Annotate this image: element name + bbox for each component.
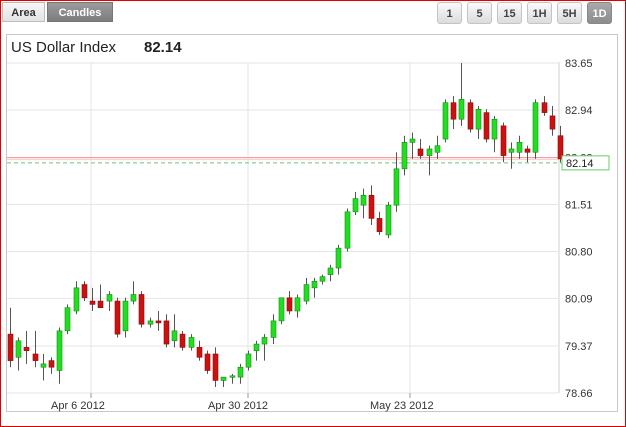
- candle-up: [434, 145, 441, 153]
- candle-down: [23, 347, 30, 351]
- candle-up: [442, 102, 449, 140]
- candle-up: [385, 204, 392, 236]
- candle-up: [303, 284, 310, 302]
- candle-up: [393, 168, 400, 206]
- candle-down: [417, 148, 424, 156]
- candle-up: [64, 307, 71, 332]
- x-tick-label: May 23 2012: [370, 400, 434, 412]
- y-tick-label: 79.37: [565, 341, 593, 353]
- y-tick-label: 81.51: [565, 200, 593, 212]
- candle-down: [500, 125, 507, 156]
- candle-up: [278, 297, 285, 322]
- candle-up: [245, 353, 252, 368]
- candle-up: [15, 340, 22, 358]
- candle-down: [89, 300, 96, 305]
- candle-down: [376, 218, 383, 232]
- candle-down: [81, 284, 88, 299]
- candle-up: [532, 102, 539, 153]
- candle-up: [106, 294, 113, 302]
- candle-down: [155, 320, 162, 324]
- candle-up: [229, 375, 236, 378]
- candle-down: [179, 333, 186, 348]
- candle-down: [549, 115, 556, 130]
- candle-down: [483, 112, 490, 140]
- candle-up: [516, 142, 523, 153]
- y-tick-label: 82.94: [565, 105, 593, 117]
- candle-up: [401, 142, 408, 170]
- candle-down: [7, 333, 14, 361]
- y-tick-label: 80.80: [565, 246, 593, 258]
- candle-down: [48, 360, 55, 368]
- candle-up: [458, 99, 465, 120]
- candle-up: [491, 118, 498, 140]
- candle-up: [253, 343, 260, 351]
- candle-up: [311, 280, 318, 289]
- y-tick-label: 83.65: [565, 58, 593, 70]
- candle-up: [40, 363, 47, 368]
- x-tick-label: Apr 6 2012: [51, 400, 105, 412]
- candle-up: [130, 294, 137, 302]
- candle-up: [344, 211, 351, 249]
- candle-down: [114, 300, 121, 335]
- candle-down: [286, 297, 293, 312]
- candle-down: [212, 353, 219, 381]
- candle-up: [171, 330, 178, 342]
- candle-up: [335, 247, 342, 269]
- candle-up: [319, 276, 326, 282]
- candle-up: [508, 148, 515, 153]
- candle-down: [97, 300, 104, 308]
- candle-up: [56, 330, 63, 371]
- candle-up: [270, 320, 277, 338]
- candle-up: [147, 320, 154, 325]
- candle-up: [475, 108, 482, 130]
- candle-down: [204, 353, 211, 371]
- candle-down: [163, 320, 170, 345]
- candle-up: [409, 138, 416, 143]
- candle-up: [360, 194, 367, 206]
- candle-down: [138, 294, 145, 325]
- candlestick-chart: 83.6582.9482.2281.5180.8080.0979.3778.66…: [7, 58, 610, 412]
- candle-down: [32, 353, 39, 361]
- candle-down: [467, 102, 474, 130]
- candle-up: [426, 148, 433, 156]
- candle-up: [237, 366, 244, 378]
- candle-up: [73, 287, 80, 312]
- candle-down: [368, 194, 375, 219]
- candle-up: [294, 297, 301, 312]
- candle-up: [352, 198, 359, 213]
- candle-up: [220, 376, 227, 381]
- candle-up: [122, 300, 129, 332]
- candle-up: [188, 337, 195, 348]
- last-price-badge-label: 82.14: [566, 158, 594, 170]
- candle-up: [261, 337, 268, 345]
- candle-down: [196, 347, 203, 358]
- candle-up: [327, 267, 334, 275]
- candle-down: [541, 102, 548, 113]
- y-tick-label: 80.09: [565, 293, 593, 305]
- candle-down: [450, 102, 457, 120]
- candle-down: [524, 148, 531, 153]
- x-tick-label: Apr 30 2012: [208, 400, 268, 412]
- y-tick-label: 78.66: [565, 388, 593, 400]
